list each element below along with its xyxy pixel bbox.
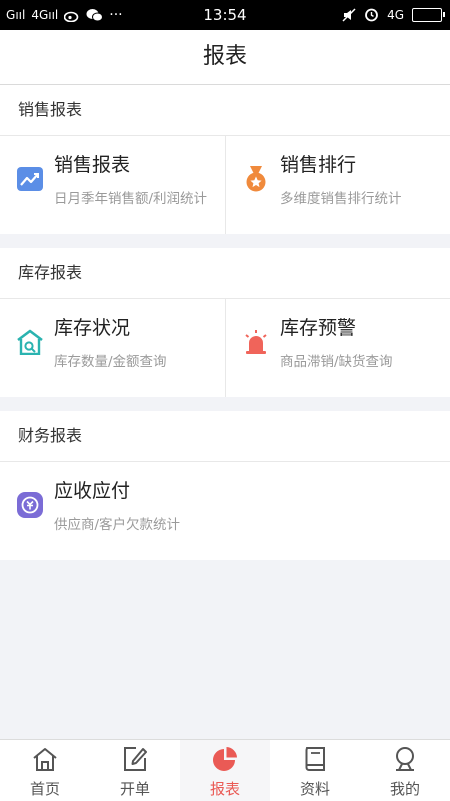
tab-me[interactable]: 我的 [360,740,450,801]
item-desc: 供应商/客户欠款统计 [54,517,181,533]
network-type: 4G [387,7,404,22]
home-icon [33,748,57,771]
inventory-status-item[interactable]: 库存状况 库存数量/金额查询 [0,299,225,397]
receivable-payable-item[interactable]: 应收应付 供应商/客户欠款统计 [0,462,450,560]
tab-reports[interactable]: 报表 [180,740,270,801]
trend-chart-icon [17,167,43,191]
book-icon [305,747,325,771]
item-desc: 库存数量/金额查询 [54,354,167,370]
medal-icon [246,166,266,192]
pie-chart-icon [213,747,237,771]
item-title: 库存状况 [54,317,131,339]
inventory-warning-item[interactable]: 库存预警 商品滞销/缺货查询 [225,299,450,397]
section-inventory-report: 库存报表 库存状况 库存数量/金额查询 库存预警 商品滞销/缺货查询 [0,248,450,397]
battery-icon [412,7,445,22]
item-title: 库存预警 [280,317,357,339]
bottom-tab-bar: 首页 开单 报表 资料 我的 [0,739,450,801]
status-bar: Gııl 4Gııl ··· 13:54 4G [0,0,450,30]
section-title: 库存报表 [0,248,450,299]
tab-label: 首页 [29,780,60,798]
warehouse-icon [17,329,43,355]
item-desc: 多维度销售排行统计 [280,191,402,207]
section-title: 财务报表 [0,411,450,462]
tab-home[interactable]: 首页 [0,740,90,801]
item-desc: 日月季年销售额/利润统计 [54,191,208,207]
sales-ranking-item[interactable]: 销售排行 多维度销售排行统计 [225,136,450,234]
tab-data[interactable]: 资料 [270,740,360,801]
item-title: 销售排行 [280,154,357,176]
section-finance-report: 财务报表 应收应付 供应商/客户欠款统计 [0,411,450,560]
status-right: 4G [342,7,445,22]
tab-label: 我的 [389,780,420,798]
section-title: 销售报表 [0,85,450,136]
sales-report-item[interactable]: 销售报表 日月季年销售额/利润统计 [0,136,225,234]
money-exchange-icon [17,492,43,518]
alarm-icon [365,8,378,22]
user-icon [396,747,414,771]
tab-label: 开单 [119,780,150,798]
mute-icon [342,7,356,22]
page-title: 报表 [0,30,450,85]
alarm-light-icon [245,330,267,354]
tab-create-order[interactable]: 开单 [90,740,180,801]
tab-label: 报表 [209,780,240,798]
tab-label: 资料 [299,780,330,798]
item-desc: 商品滞销/缺货查询 [280,354,393,370]
section-sales-report: 销售报表 销售报表 日月季年销售额/利润统计 销售排行 多维度销售排行统计 [0,85,450,234]
item-title: 销售报表 [54,154,131,176]
edit-icon [124,747,147,771]
item-title: 应收应付 [54,480,131,502]
